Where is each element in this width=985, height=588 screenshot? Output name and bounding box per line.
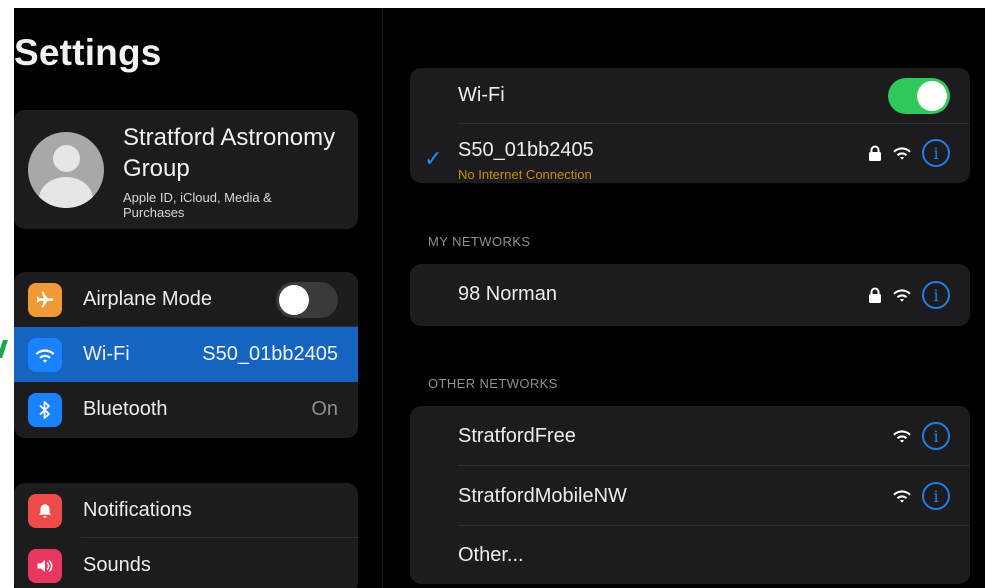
sidebar-item-bluetooth[interactable]: Bluetooth On <box>14 382 358 437</box>
wifi-card: Wi-Fi ✓ S50_01bb2405 No Internet Connect… <box>410 68 970 183</box>
sidebar-item-notifications[interactable]: Notifications <box>14 483 358 538</box>
connected-network-row[interactable]: ✓ S50_01bb2405 No Internet Connection i <box>410 124 970 183</box>
bluetooth-value: On <box>311 398 338 420</box>
connectivity-group: Airplane Mode Wi-Fi S50_01bb2405 Bluetoo… <box>14 272 358 438</box>
other-networks-card: StratfordFree i StratfordMobileNW i Othe… <box>410 406 970 584</box>
other-network-label: Other... <box>458 544 524 566</box>
other-networks-header: OTHER NETWORKS <box>428 376 558 391</box>
my-networks-header: MY NETWORKS <box>428 234 531 249</box>
checkmark-icon: ✓ <box>424 146 443 171</box>
settings-window: Settings Stratford Astronomy Group Apple… <box>14 8 985 588</box>
wifi-toggle-row: Wi-Fi <box>410 68 970 124</box>
wifi-signal-icon <box>893 490 911 503</box>
info-icon[interactable]: i <box>922 139 950 167</box>
network-row-stratfordmobilenw[interactable]: StratfordMobileNW i <box>410 466 970 526</box>
lock-icon <box>869 287 881 303</box>
annotation-arrow <box>0 340 8 358</box>
my-networks-card: 98 Norman i <box>410 264 970 326</box>
network-row-98-norman[interactable]: 98 Norman i <box>410 264 970 326</box>
info-icon[interactable]: i <box>922 422 950 450</box>
sidebar-item-label: Airplane Mode <box>83 288 212 310</box>
bell-icon <box>28 494 62 528</box>
avatar <box>28 132 104 208</box>
pane-divider <box>382 8 383 588</box>
info-icon[interactable]: i <box>922 281 950 309</box>
wifi-icon <box>28 338 62 372</box>
network-name: 98 Norman <box>458 283 557 305</box>
lock-icon <box>869 145 881 161</box>
network-name: StratfordFree <box>458 425 576 447</box>
network-status: No Internet Connection <box>458 167 592 182</box>
speaker-icon <box>28 549 62 583</box>
network-row-other[interactable]: Other... <box>410 526 970 584</box>
notifications-group: Notifications Sounds <box>14 483 358 588</box>
network-name: StratfordMobileNW <box>458 485 627 507</box>
sidebar-item-airplane-mode[interactable]: Airplane Mode <box>14 272 358 327</box>
sidebar-item-label: Sounds <box>83 554 151 576</box>
info-icon[interactable]: i <box>922 482 950 510</box>
network-row-stratfordfree[interactable]: StratfordFree i <box>410 406 970 466</box>
network-name: S50_01bb2405 <box>458 139 594 161</box>
profile-name: Stratford Astronomy Group <box>123 124 336 182</box>
sidebar-item-label: Wi-Fi <box>83 343 130 365</box>
sidebar-item-wifi[interactable]: Wi-Fi S50_01bb2405 <box>14 327 358 382</box>
sidebar-item-label: Bluetooth <box>83 398 168 420</box>
sidebar-item-label: Notifications <box>83 499 192 521</box>
apple-id-card[interactable]: Stratford Astronomy Group Apple ID, iClo… <box>14 110 358 229</box>
page-title: Settings <box>14 32 162 73</box>
wifi-signal-icon <box>893 289 911 302</box>
wifi-toggle[interactable] <box>888 78 950 114</box>
airplane-mode-toggle[interactable] <box>276 282 338 318</box>
wifi-signal-icon <box>893 430 911 443</box>
sidebar-item-sounds[interactable]: Sounds <box>14 538 358 588</box>
wifi-signal-icon <box>893 147 911 160</box>
bluetooth-icon <box>28 393 62 427</box>
airplane-icon <box>28 283 62 317</box>
wifi-label: Wi-Fi <box>458 84 505 106</box>
profile-subtitle: Apple ID, iCloud, Media & Purchases <box>123 190 272 220</box>
wifi-network-value: S50_01bb2405 <box>202 343 338 365</box>
